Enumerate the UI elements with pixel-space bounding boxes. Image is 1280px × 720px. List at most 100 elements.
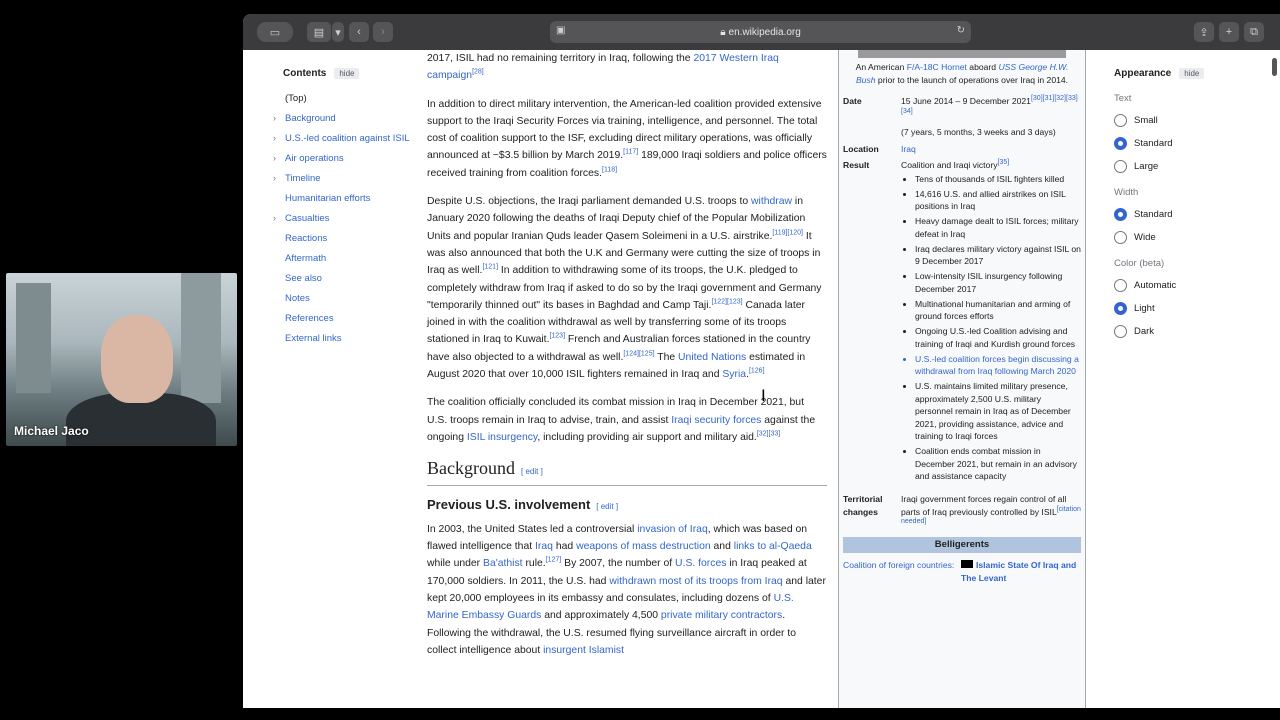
text-size-option-large[interactable]: Large bbox=[1114, 160, 1254, 173]
citation[interactable]: [121] bbox=[482, 264, 498, 271]
link[interactable]: Ba'athist bbox=[483, 558, 523, 569]
share-icon[interactable]: ⇪ bbox=[1194, 22, 1214, 42]
link[interactable]: invasion of Iraq bbox=[637, 524, 707, 535]
toc-item-label[interactable]: Casualties bbox=[285, 213, 329, 224]
option-label[interactable]: Standard bbox=[1134, 138, 1173, 149]
toc-item-reactions[interactable]: Reactions bbox=[283, 233, 413, 244]
coalition-link[interactable]: Coalition of foreign countries: bbox=[843, 559, 961, 584]
link[interactable]: insurgent Islamist bbox=[543, 645, 624, 656]
toc-item-label[interactable]: Background bbox=[285, 113, 336, 124]
link[interactable]: United Nations bbox=[678, 352, 746, 363]
list-item[interactable]: U.S.-led coalition forces begin discussi… bbox=[915, 353, 1081, 378]
radio-button-selected[interactable] bbox=[1114, 208, 1127, 221]
appearance-hide-button[interactable]: hide bbox=[1179, 68, 1205, 79]
citation[interactable]: [126] bbox=[749, 368, 765, 375]
edit-label[interactable]: edit bbox=[525, 467, 538, 476]
link[interactable]: links to al-Qaeda bbox=[734, 541, 812, 552]
toc-item-timeline[interactable]: › Timeline bbox=[273, 173, 413, 184]
color-option-dark[interactable]: Dark bbox=[1114, 325, 1254, 338]
back-icon[interactable]: ‹ bbox=[349, 22, 369, 42]
option-label[interactable]: Wide bbox=[1134, 232, 1156, 243]
radio-button[interactable] bbox=[1114, 114, 1127, 127]
toc-item-references[interactable]: References bbox=[283, 313, 413, 324]
color-option-automatic[interactable]: Automatic bbox=[1114, 279, 1254, 292]
width-option-standard[interactable]: Standard bbox=[1114, 208, 1254, 221]
citation[interactable]: [124][125] bbox=[623, 350, 654, 357]
radio-button-selected[interactable] bbox=[1114, 137, 1127, 150]
citation[interactable]: [32][33] bbox=[757, 430, 780, 437]
text-size-option-standard[interactable]: Standard bbox=[1114, 137, 1254, 150]
citation[interactable]: [28] bbox=[472, 69, 484, 76]
width-option-wide[interactable]: Wide bbox=[1114, 231, 1254, 244]
reload-icon[interactable]: ↻ bbox=[957, 25, 965, 36]
toc-item-humanitarian[interactable]: Humanitarian efforts bbox=[283, 193, 413, 204]
tabs-icon[interactable]: ⧉ bbox=[1244, 22, 1264, 42]
radio-button[interactable] bbox=[1114, 325, 1127, 338]
link[interactable]: F/A-18C Hornet bbox=[907, 62, 967, 72]
isil-link[interactable]: Islamic State Of Iraq and The Levant bbox=[961, 560, 1076, 583]
toc-item-air-operations[interactable]: › Air operations bbox=[273, 153, 413, 164]
edit-link[interactable]: [ edit ] bbox=[596, 502, 618, 511]
option-label[interactable]: Standard bbox=[1134, 209, 1173, 220]
citation[interactable]: [127] bbox=[546, 557, 562, 564]
text: and bbox=[710, 541, 734, 553]
option-label[interactable]: Light bbox=[1134, 303, 1155, 314]
location-link[interactable]: Iraq bbox=[901, 143, 1081, 156]
toc-item-top[interactable]: (Top) bbox=[283, 93, 413, 104]
link[interactable]: U.S. forces bbox=[675, 558, 726, 569]
chevron-right-icon[interactable]: › bbox=[273, 133, 276, 144]
toc-item-see-also[interactable]: See also bbox=[283, 273, 413, 284]
option-label[interactable]: Dark bbox=[1134, 326, 1154, 337]
tab-overview-icon[interactable]: ▤ bbox=[307, 22, 331, 42]
text-size-option-small[interactable]: Small bbox=[1114, 114, 1254, 127]
toc-item-notes[interactable]: Notes bbox=[283, 293, 413, 304]
toc-item-aftermath[interactable]: Aftermath bbox=[283, 253, 413, 264]
radio-button[interactable] bbox=[1114, 231, 1127, 244]
link[interactable]: Syria bbox=[722, 369, 746, 380]
chevron-right-icon[interactable]: › bbox=[273, 113, 276, 124]
link[interactable]: weapons of mass destruction bbox=[576, 541, 711, 552]
citation[interactable]: [123] bbox=[549, 333, 565, 340]
toc-item-coalition[interactable]: › U.S.-led coalition against ISIL bbox=[273, 133, 413, 144]
citation[interactable]: [119][120] bbox=[772, 229, 803, 236]
text: , including providing air support and mi… bbox=[537, 431, 757, 443]
link[interactable]: Iraq bbox=[535, 541, 553, 552]
toc-item-casualties[interactable]: › Casualties bbox=[273, 213, 413, 224]
radio-button[interactable] bbox=[1114, 279, 1127, 292]
scrollbar-thumb[interactable] bbox=[1272, 58, 1277, 76]
infobox-image[interactable] bbox=[858, 50, 1066, 58]
sidebar-icon[interactable]: ▭ bbox=[257, 22, 293, 42]
citation[interactable]: [35] bbox=[998, 159, 1010, 166]
radio-button[interactable] bbox=[1114, 160, 1127, 173]
edit-label[interactable]: edit bbox=[601, 502, 614, 511]
citation[interactable]: [118] bbox=[602, 166, 617, 173]
chevron-down-icon[interactable]: ▾ bbox=[332, 22, 344, 42]
participant-name: Michael Jaco bbox=[14, 424, 89, 438]
color-option-light[interactable]: Light bbox=[1114, 302, 1254, 315]
address-bar[interactable]: ▣ 🔒︎ en.wikipedia.org ↻ bbox=[550, 21, 971, 43]
link[interactable]: private military contractors bbox=[661, 610, 782, 621]
link[interactable]: withdraw bbox=[751, 196, 792, 207]
chevron-right-icon[interactable]: › bbox=[273, 173, 276, 184]
page-info-icon[interactable]: ▣ bbox=[556, 25, 565, 36]
toc-item-label[interactable]: Timeline bbox=[285, 173, 321, 184]
chevron-right-icon[interactable]: › bbox=[273, 153, 276, 164]
chevron-right-icon[interactable]: › bbox=[273, 213, 276, 224]
link[interactable]: withdrawn most of its troops from Iraq bbox=[609, 576, 782, 587]
forward-icon[interactable]: › bbox=[373, 22, 393, 42]
toc-hide-button[interactable]: hide bbox=[334, 68, 360, 79]
radio-button-selected[interactable] bbox=[1114, 302, 1127, 315]
link[interactable]: ISIL insurgency bbox=[467, 432, 537, 443]
toc-item-label[interactable]: Air operations bbox=[285, 153, 344, 164]
toc-item-label[interactable]: U.S.-led coalition against ISIL bbox=[285, 133, 410, 144]
citation[interactable]: [122][123] bbox=[711, 298, 742, 305]
option-label[interactable]: Large bbox=[1134, 161, 1158, 172]
edit-link[interactable]: [ edit ] bbox=[521, 467, 543, 476]
toc-item-external-links[interactable]: External links bbox=[283, 333, 413, 344]
toc-item-background[interactable]: › Background bbox=[273, 113, 413, 124]
citation[interactable]: [117] bbox=[623, 149, 638, 156]
new-tab-icon[interactable]: + bbox=[1219, 22, 1239, 42]
link[interactable]: Iraqi security forces bbox=[671, 415, 761, 426]
option-label[interactable]: Automatic bbox=[1134, 280, 1176, 291]
option-label[interactable]: Small bbox=[1134, 115, 1158, 126]
